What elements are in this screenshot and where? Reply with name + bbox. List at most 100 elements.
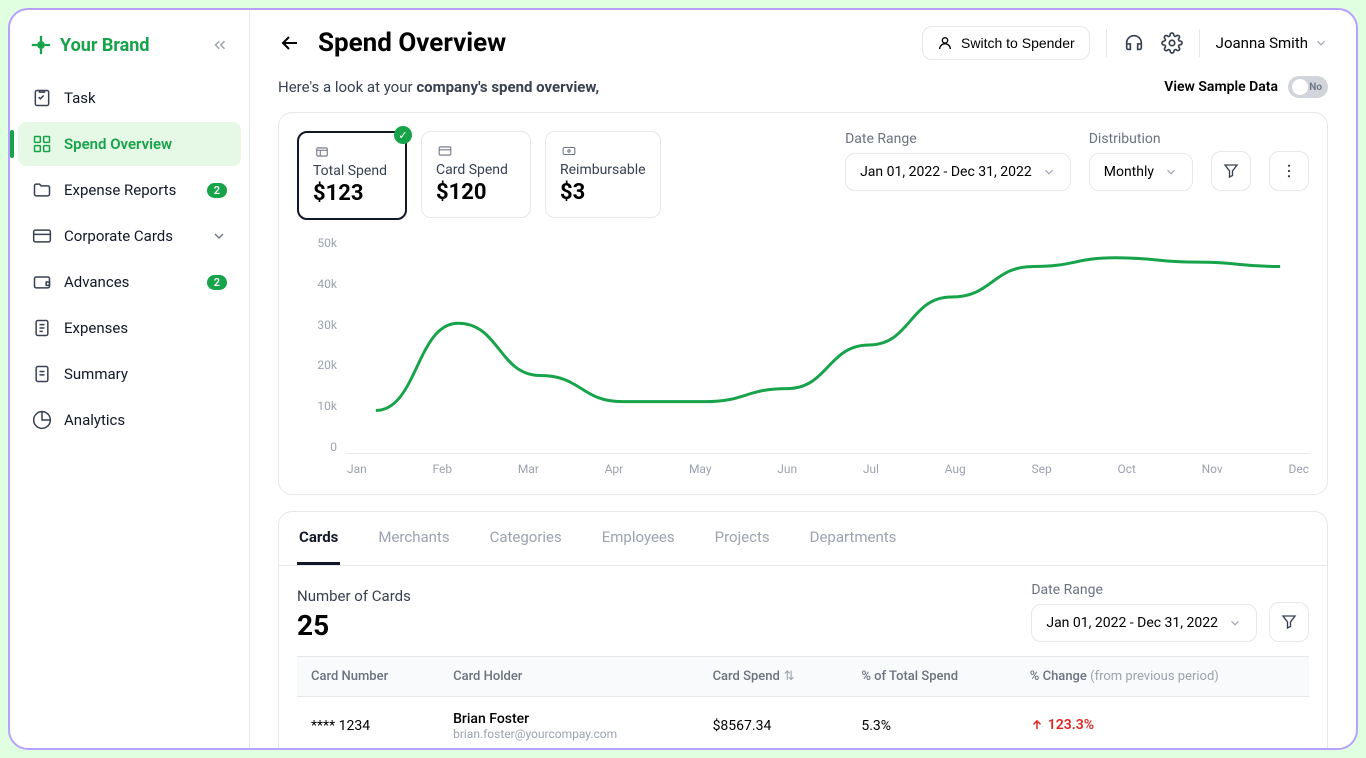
col-card-spend[interactable]: Card Spend⇅ — [699, 657, 848, 697]
divider — [1199, 29, 1200, 57]
filter-icon — [1222, 162, 1240, 180]
brand[interactable]: Your Brand — [30, 34, 150, 56]
chevron-down-icon — [1314, 36, 1328, 50]
y-tick: 20k — [297, 358, 337, 372]
x-tick: May — [689, 462, 712, 476]
cards-date-range-dropdown[interactable]: Jan 01, 2022 - Dec 31, 2022 — [1031, 604, 1257, 642]
topbar: Spend Overview Switch to Spender Joanna … — [250, 10, 1356, 76]
sidebar-item-expense-reports[interactable]: Expense Reports 2 — [18, 168, 241, 212]
tab-projects[interactable]: Projects — [713, 512, 772, 565]
brand-logo-icon — [30, 34, 52, 56]
sheet-icon — [313, 145, 331, 159]
date-range-dropdown[interactable]: Jan 01, 2022 - Dec 31, 2022 — [845, 153, 1071, 191]
nav-label: Corporate Cards — [64, 227, 173, 245]
metric-card-card-spend[interactable]: Card Spend $120 — [421, 131, 531, 218]
cards-filter-button[interactable] — [1269, 602, 1309, 642]
sidebar-item-expenses[interactable]: Expenses — [18, 306, 241, 350]
cell-card-holder: Brian Foster brian.foster@yourcompay.com — [439, 697, 698, 749]
receipt-icon — [32, 318, 52, 338]
x-tick: Feb — [432, 462, 452, 476]
x-tick: Jul — [863, 462, 879, 476]
card-icon — [436, 144, 454, 158]
chart-line — [376, 258, 1280, 411]
headset-icon[interactable] — [1123, 32, 1145, 54]
tab-departments[interactable]: Departments — [808, 512, 899, 565]
folder-icon — [32, 180, 52, 200]
settings-icon[interactable] — [1161, 32, 1183, 54]
nav-label: Expenses — [64, 319, 128, 337]
x-tick: Dec — [1288, 462, 1309, 476]
distribution-label: Distribution — [1089, 131, 1193, 147]
cash-icon — [560, 144, 578, 158]
y-tick: 40k — [297, 277, 337, 291]
y-tick: 50k — [297, 236, 337, 250]
chevron-down-icon — [1164, 165, 1178, 179]
filter-button[interactable] — [1211, 151, 1251, 191]
pie-chart-icon — [32, 410, 52, 430]
card-icon — [32, 226, 52, 246]
check-icon: ✓ — [394, 126, 412, 144]
metric-label: Card Spend — [436, 162, 516, 178]
y-tick: 0 — [297, 440, 337, 454]
x-tick: Jan — [347, 462, 367, 476]
tab-cards[interactable]: Cards — [297, 512, 340, 565]
card-count-label: Number of Cards — [297, 587, 411, 605]
sort-icon: ⇅ — [784, 669, 795, 684]
card-count-value: 25 — [297, 609, 411, 642]
col-card-number[interactable]: Card Number — [297, 657, 439, 697]
tab-categories[interactable]: Categories — [488, 512, 564, 565]
nav-label: Expense Reports — [64, 181, 176, 199]
cell-card-spend: $8567.34 — [699, 697, 848, 749]
user-icon — [937, 35, 953, 51]
y-tick: 30k — [297, 318, 337, 332]
metric-card-reimbursable[interactable]: Reimbursable $3 — [545, 131, 661, 218]
user-name: Joanna Smith — [1216, 34, 1308, 52]
col-pct-change[interactable]: % Change (from previous period) — [1016, 657, 1309, 697]
cards-panel: Cards Merchants Categories Employees Project… — [278, 511, 1328, 748]
nav-label: Advances — [64, 273, 129, 291]
switch-label: Switch to Spender — [961, 35, 1075, 51]
sidebar: Your Brand Task Spend Overview Expense R… — [10, 10, 250, 748]
spend-chart: 50k40k30k20k10k0 JanFebMarAprMayJunJulAu… — [297, 236, 1309, 476]
table-row[interactable]: **** 1234 Brian Foster brian.foster@your… — [297, 697, 1309, 749]
divider — [1106, 29, 1107, 57]
x-tick: Jun — [777, 462, 797, 476]
sidebar-item-summary[interactable]: Summary — [18, 352, 241, 396]
switch-to-spender-button[interactable]: Switch to Spender — [922, 26, 1090, 60]
x-tick: Sep — [1032, 462, 1052, 476]
col-pct-total[interactable]: % of Total Spend — [847, 657, 1015, 697]
toggle-state: No — [1309, 82, 1322, 93]
more-button[interactable] — [1269, 151, 1309, 191]
tab-employees[interactable]: Employees — [600, 512, 677, 565]
x-tick: Mar — [518, 462, 539, 476]
nav-label: Task — [64, 89, 96, 107]
date-range-label: Date Range — [845, 131, 1071, 147]
metric-value: $120 — [436, 180, 516, 205]
chevron-down-icon — [1042, 165, 1056, 179]
nav-badge: 2 — [207, 275, 227, 290]
wallet-icon — [32, 272, 52, 292]
sidebar-collapse-button[interactable] — [211, 36, 229, 54]
nav-label: Analytics — [64, 411, 125, 429]
chevron-down-icon — [1228, 616, 1242, 630]
distribution-dropdown[interactable]: Monthly — [1089, 153, 1193, 191]
sidebar-item-analytics[interactable]: Analytics — [18, 398, 241, 442]
sidebar-item-advances[interactable]: Advances 2 — [18, 260, 241, 304]
sample-data-toggle[interactable]: No — [1288, 76, 1328, 98]
col-card-holder[interactable]: Card Holder — [439, 657, 698, 697]
user-menu[interactable]: Joanna Smith — [1216, 34, 1328, 52]
sidebar-item-task[interactable]: Task — [18, 76, 241, 120]
brand-name: Your Brand — [60, 35, 150, 56]
metric-value: $123 — [313, 181, 391, 206]
y-tick: 10k — [297, 399, 337, 413]
back-button[interactable] — [278, 31, 302, 55]
x-tick: Oct — [1117, 462, 1135, 476]
spend-chart-panel: ✓ Total Spend $123 Card Spend $120 Reimb… — [278, 112, 1328, 495]
metric-card-total-spend[interactable]: ✓ Total Spend $123 — [297, 131, 407, 220]
tab-merchants[interactable]: Merchants — [376, 512, 451, 565]
cell-pct-total: 5.3% — [847, 697, 1015, 749]
page-title: Spend Overview — [318, 28, 906, 58]
sidebar-item-spend-overview[interactable]: Spend Overview — [18, 122, 241, 166]
x-tick: Nov — [1202, 462, 1223, 476]
sidebar-item-corporate-cards[interactable]: Corporate Cards — [18, 214, 241, 258]
